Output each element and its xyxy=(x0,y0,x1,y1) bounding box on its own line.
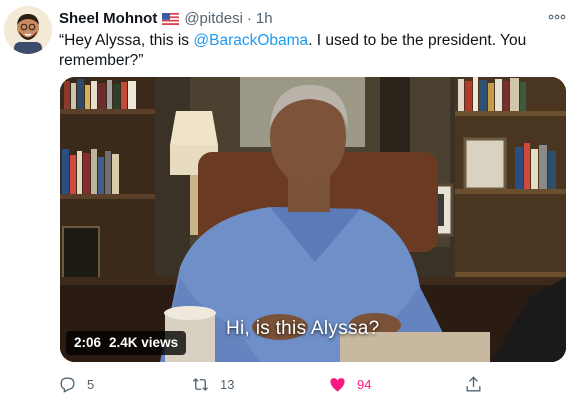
more-options-icon[interactable] xyxy=(547,10,567,24)
like-button[interactable]: 94 xyxy=(328,373,371,395)
mention-link[interactable]: @BarackObama xyxy=(193,32,308,49)
avatar[interactable] xyxy=(4,6,52,54)
author-name[interactable]: Sheel Mohnot xyxy=(59,10,157,27)
tweet-actions: 5 13 94 xyxy=(58,373,558,395)
author-handle[interactable]: @pitdesi xyxy=(184,10,243,27)
reply-button[interactable]: 5 xyxy=(58,373,94,395)
reply-icon xyxy=(60,376,75,393)
video-caption: Hi, is this Alyssa? xyxy=(226,318,380,339)
tweet-text: “Hey Alyssa, this is @BarackObama. I use… xyxy=(59,31,559,71)
video-info-badge: 2:06 2.4K views xyxy=(66,331,187,355)
separator-dot: · xyxy=(246,9,252,27)
video-views: 2.4K views xyxy=(109,335,179,350)
retweet-count: 13 xyxy=(220,376,235,392)
retweet-icon xyxy=(192,377,209,391)
tweet-timestamp[interactable]: 1h xyxy=(256,10,273,27)
share-button[interactable] xyxy=(464,373,493,395)
tweet-header: Sheel Mohnot @pitdesi · 1h xyxy=(59,7,273,29)
us-flag-icon xyxy=(162,12,180,25)
like-count: 94 xyxy=(357,376,372,392)
heart-icon xyxy=(330,377,345,392)
tweet-text-part1: “Hey Alyssa, this is xyxy=(59,32,194,49)
retweet-button[interactable]: 13 xyxy=(191,373,234,395)
reply-count: 5 xyxy=(87,376,95,392)
tweet[interactable]: Sheel Mohnot @pitdesi · 1h “Hey Alyssa, … xyxy=(0,0,575,402)
video-duration: 2:06 xyxy=(74,335,102,350)
share-icon xyxy=(466,375,481,392)
